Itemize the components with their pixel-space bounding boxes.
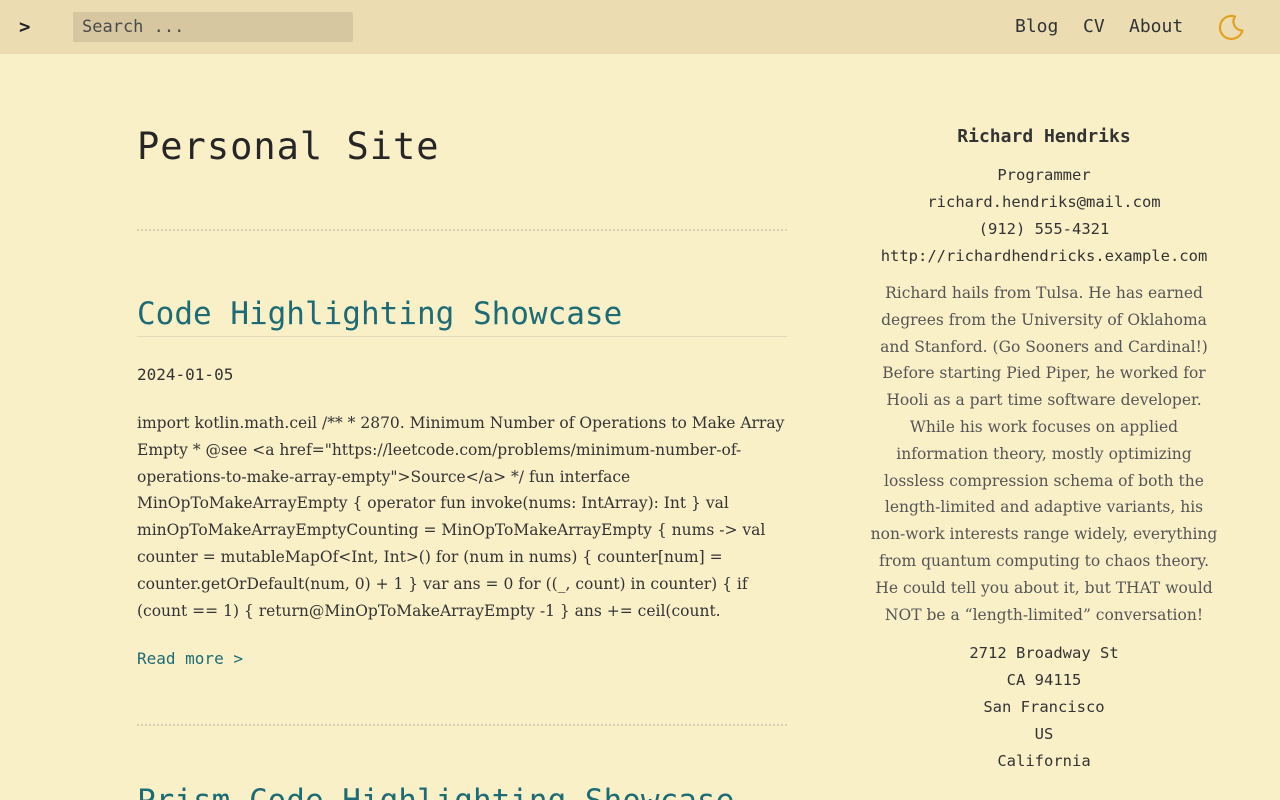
author-bio: Richard hails from Tulsa. He has earned … xyxy=(870,284,1218,624)
address-country: US xyxy=(1034,725,1054,744)
divider xyxy=(137,724,787,726)
post-title-link[interactable]: Code Highlighting Showcase xyxy=(137,293,787,337)
post-title-link[interactable]: Prism Code Highlighting Showcase xyxy=(137,780,734,800)
address-postal: CA 94115 xyxy=(1006,671,1082,690)
author-website: http://richardhendricks.example.com xyxy=(880,247,1208,265)
nav-about-link[interactable]: About xyxy=(1129,15,1183,39)
author-email: richard.hendriks@mail.com xyxy=(927,193,1161,211)
address-street: 2712 Broadway St xyxy=(969,644,1119,663)
read-more-link[interactable]: Read more > xyxy=(137,648,243,670)
nav-cv-link[interactable]: CV xyxy=(1083,15,1105,39)
author-role: Programmer xyxy=(997,166,1091,184)
top-bar: > Blog CV About xyxy=(0,0,1280,54)
post-excerpt: import kotlin.math.ceil /** * 2870. Mini… xyxy=(137,414,785,620)
author-phone: (912) 555-4321 xyxy=(978,220,1110,238)
search-input[interactable] xyxy=(73,12,353,42)
address-region: California xyxy=(997,752,1091,771)
author-address: 2712 Broadway St CA 94115 San Francisco … xyxy=(864,640,1224,775)
author-sidebar: Richard Hendriks Programmer richard.hend… xyxy=(864,120,1224,775)
address-city: San Francisco xyxy=(983,698,1105,717)
post-date: 2024-01-05 xyxy=(137,365,234,384)
divider xyxy=(137,229,787,231)
home-prompt-link[interactable]: > xyxy=(19,14,30,40)
moon-icon[interactable] xyxy=(1216,12,1246,42)
author-name: Richard Hendriks xyxy=(957,126,1131,147)
nav-blog-link[interactable]: Blog xyxy=(1015,15,1058,39)
page-title: Personal Site xyxy=(137,125,440,168)
